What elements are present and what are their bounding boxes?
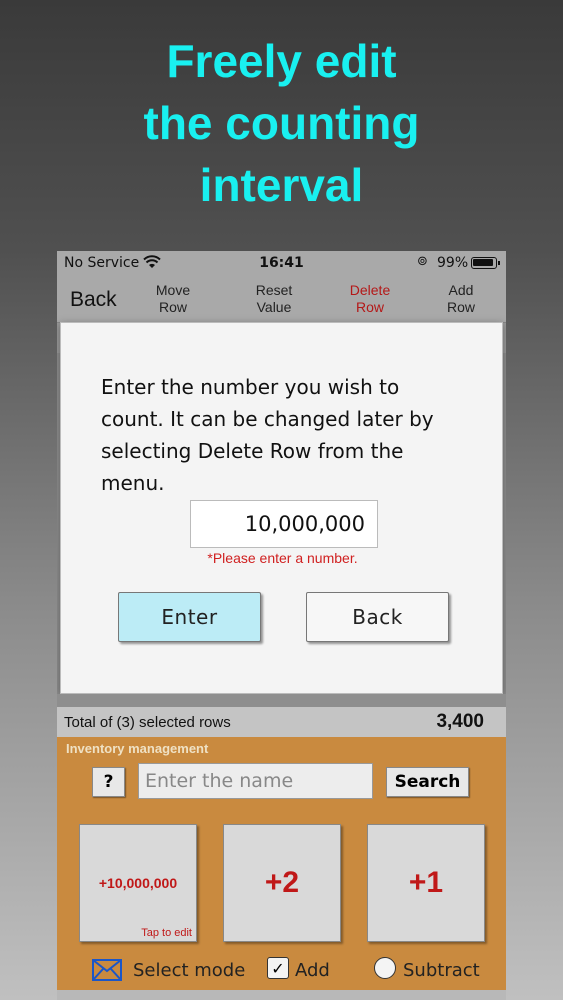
promo-headline: Freely edit the counting interval bbox=[0, 30, 563, 216]
reset-value-label-2: Value bbox=[256, 299, 292, 315]
subtract-label: Subtract bbox=[403, 960, 480, 981]
count-button-plus-2[interactable]: +2 bbox=[223, 824, 341, 942]
delete-row-label-1: Delete bbox=[349, 282, 391, 298]
headline-line-2: the counting bbox=[143, 97, 420, 149]
count-interval-input[interactable] bbox=[190, 500, 378, 548]
reset-value-label-1: Reset bbox=[255, 282, 293, 298]
delete-row-label-2: Row bbox=[355, 299, 384, 315]
battery-percent: 99% bbox=[437, 255, 469, 271]
phone-screen: No Service 16:41 ⊚ 99% Back Move Row Res… bbox=[57, 251, 506, 1000]
search-button[interactable]: Search bbox=[386, 767, 469, 797]
delete-row-button[interactable]: Delete Row bbox=[335, 282, 405, 316]
count-button-custom-label: +10,000,000 bbox=[98, 875, 178, 891]
count-button-plus-1-label: +1 bbox=[408, 866, 444, 899]
mail-icon[interactable] bbox=[92, 959, 122, 981]
status-bar: No Service 16:41 ⊚ 99% bbox=[57, 251, 506, 275]
input-hint: *Please enter a number. bbox=[207, 550, 358, 566]
subtract-checkbox[interactable] bbox=[374, 957, 396, 979]
total-label: Total of (3) selected rows bbox=[64, 714, 231, 731]
headline-line-1: Freely edit bbox=[166, 35, 397, 87]
name-input[interactable]: Enter the name bbox=[138, 763, 373, 799]
help-button[interactable]: ? bbox=[92, 767, 125, 797]
bottom-bar bbox=[57, 990, 506, 1000]
counter-panel: Inventory management ? Enter the name Se… bbox=[57, 737, 506, 990]
add-checkbox[interactable]: ✓ bbox=[267, 957, 289, 979]
tap-to-edit-label: Tap to edit bbox=[141, 927, 192, 939]
add-row-label-1: Add bbox=[448, 282, 474, 298]
top-menu-bar: Back Move Row Reset Value Delete Row Add… bbox=[57, 275, 506, 323]
total-value: 3,400 bbox=[436, 711, 484, 732]
count-button-plus-2-label: +2 bbox=[264, 866, 300, 899]
dialog-back-button[interactable]: Back bbox=[306, 592, 449, 642]
count-button-plus-1[interactable]: +1 bbox=[367, 824, 485, 942]
nav-back-button[interactable]: Back bbox=[70, 288, 117, 312]
count-button-custom[interactable]: +10,000,000 Tap to edit bbox=[79, 824, 197, 942]
dimmed-row-area bbox=[57, 694, 506, 707]
total-row: Total of (3) selected rows 3,400 bbox=[57, 707, 506, 737]
move-row-label-1: Move bbox=[155, 282, 191, 298]
panel-title: Inventory management bbox=[66, 741, 209, 756]
move-row-button[interactable]: Move Row bbox=[138, 282, 208, 316]
add-row-label-2: Row bbox=[446, 299, 475, 315]
select-mode-label: Select mode bbox=[133, 960, 246, 981]
add-row-button[interactable]: Add Row bbox=[426, 282, 496, 316]
add-label: Add bbox=[295, 960, 330, 981]
dialog-message: Enter the number you wish to count. It c… bbox=[101, 375, 434, 495]
move-row-label-2: Row bbox=[158, 299, 187, 315]
rotation-lock-icon: ⊚ bbox=[417, 254, 428, 269]
battery-icon bbox=[471, 257, 500, 269]
enter-button[interactable]: Enter bbox=[118, 592, 261, 642]
headline-line-3: interval bbox=[199, 159, 364, 211]
reset-value-button[interactable]: Reset Value bbox=[239, 282, 309, 316]
number-entry-dialog: Enter the number you wish to count. It c… bbox=[60, 322, 503, 694]
